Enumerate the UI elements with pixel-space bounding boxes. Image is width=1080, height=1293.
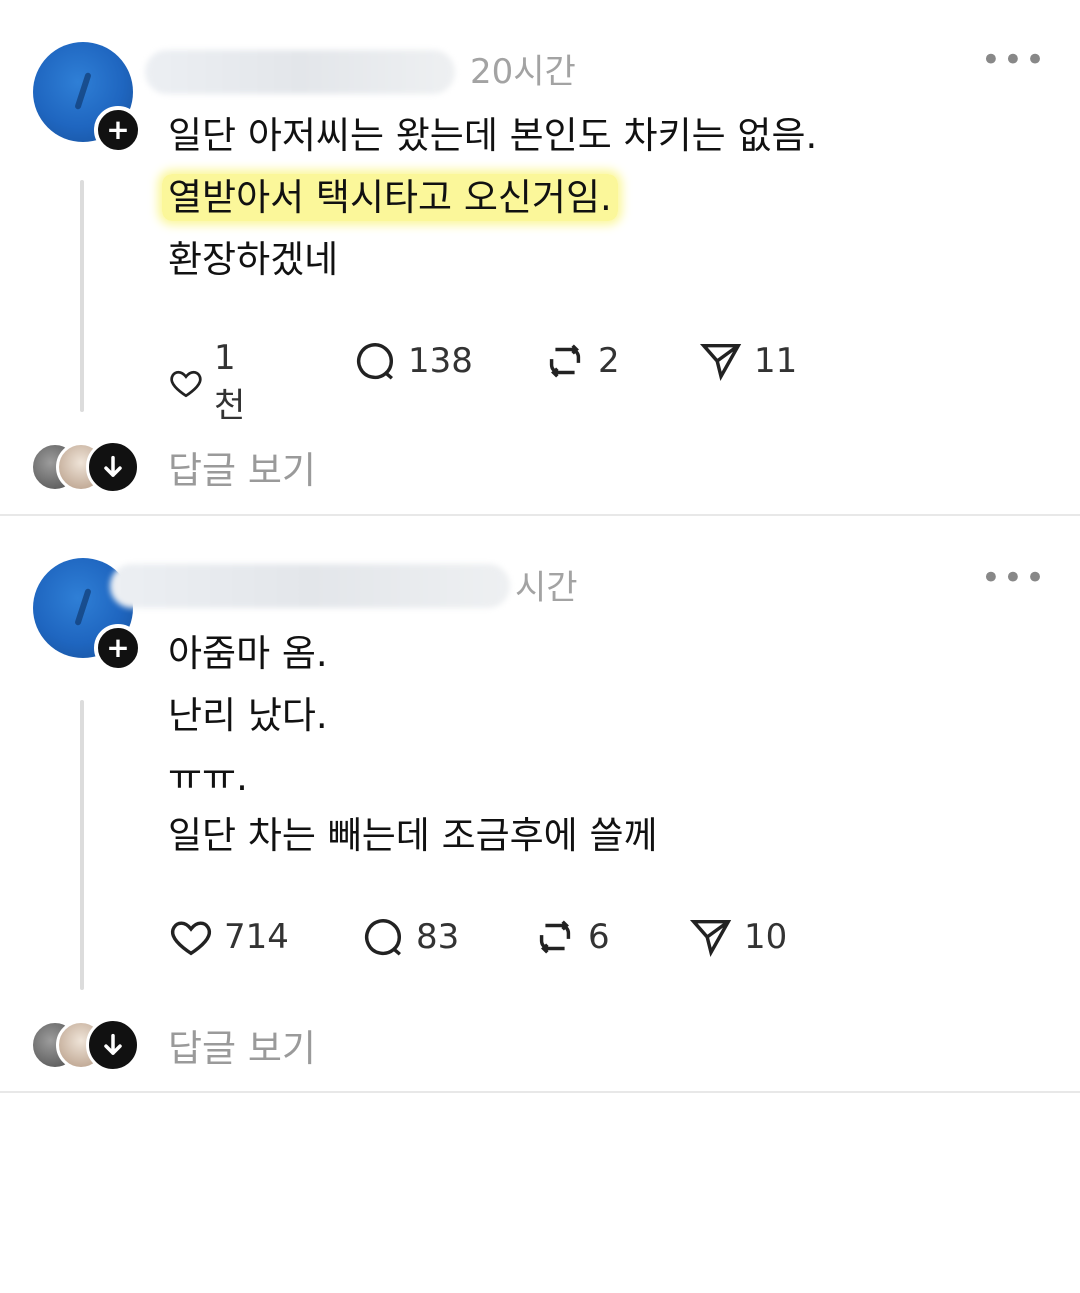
repost-button[interactable]: 2 bbox=[542, 338, 620, 384]
post-text-line: 일단 차는 빼는데 조금후에 쓸께 bbox=[168, 814, 658, 857]
comment-button[interactable]: 83 bbox=[360, 914, 459, 960]
username-blurred[interactable] bbox=[145, 50, 455, 94]
username-blurred[interactable] bbox=[110, 564, 510, 608]
repost-button[interactable]: 6 bbox=[532, 914, 610, 960]
heart-icon bbox=[171, 921, 211, 956]
post-text-line: 난리 났다. bbox=[168, 694, 328, 737]
more-options-icon[interactable]: ••• bbox=[981, 40, 1047, 80]
expand-replies-icon[interactable] bbox=[86, 440, 140, 494]
comment-button[interactable]: 138 bbox=[352, 338, 473, 384]
heart-icon bbox=[170, 370, 202, 397]
thread-line bbox=[80, 700, 84, 990]
like-count: 1천 bbox=[213, 338, 246, 426]
comment-count: 83 bbox=[416, 917, 460, 957]
repost-icon bbox=[539, 920, 571, 954]
view-replies-link[interactable]: 답글 보기 bbox=[168, 1018, 316, 1072]
comment-bubble-icon bbox=[365, 919, 402, 956]
comment-bubble-icon bbox=[357, 343, 394, 380]
thread-line bbox=[80, 180, 84, 412]
view-replies-link[interactable]: 답글 보기 bbox=[168, 440, 316, 494]
like-button[interactable]: 1천 bbox=[168, 338, 255, 427]
send-icon bbox=[699, 343, 742, 381]
share-button[interactable]: 11 bbox=[698, 338, 797, 384]
more-options-icon[interactable]: ••• bbox=[981, 558, 1047, 598]
post-time: 20시간 bbox=[470, 52, 576, 92]
highlighted-text-line: 열받아서 택시타고 오신거임. bbox=[162, 174, 618, 221]
follow-plus-icon[interactable]: + bbox=[94, 106, 142, 154]
share-button[interactable]: 10 bbox=[688, 914, 787, 960]
share-count: 10 bbox=[744, 917, 788, 957]
like-count: 714 bbox=[224, 917, 289, 957]
post-text-line: 환장하겠네 bbox=[168, 238, 339, 281]
repost-count: 6 bbox=[588, 917, 610, 957]
share-count: 11 bbox=[754, 341, 798, 381]
comment-count: 138 bbox=[408, 341, 473, 381]
post-text-line: ㅠㅠ. bbox=[168, 756, 248, 799]
repost-count: 2 bbox=[598, 341, 620, 381]
post-text-line: 일단 아저씨는 왔는데 본인도 차키는 없음. bbox=[168, 114, 818, 157]
expand-replies-icon[interactable] bbox=[86, 1018, 140, 1072]
repost-icon bbox=[549, 344, 581, 378]
post-2: + 시간 ••• 아줌마 옴. 난리 났다. ㅠㅠ. 일단 차는 빼는데 조금후… bbox=[0, 516, 1080, 1093]
post-1: + 20시간 ••• 일단 아저씨는 왔는데 본인도 차키는 없음. 열받아서 … bbox=[0, 0, 1080, 516]
post-text-line: 아줌마 옴. bbox=[168, 632, 328, 675]
send-icon bbox=[689, 919, 732, 957]
post-time: 시간 bbox=[515, 568, 578, 608]
follow-plus-icon[interactable]: + bbox=[94, 624, 142, 672]
like-button[interactable]: 714 bbox=[168, 914, 289, 960]
